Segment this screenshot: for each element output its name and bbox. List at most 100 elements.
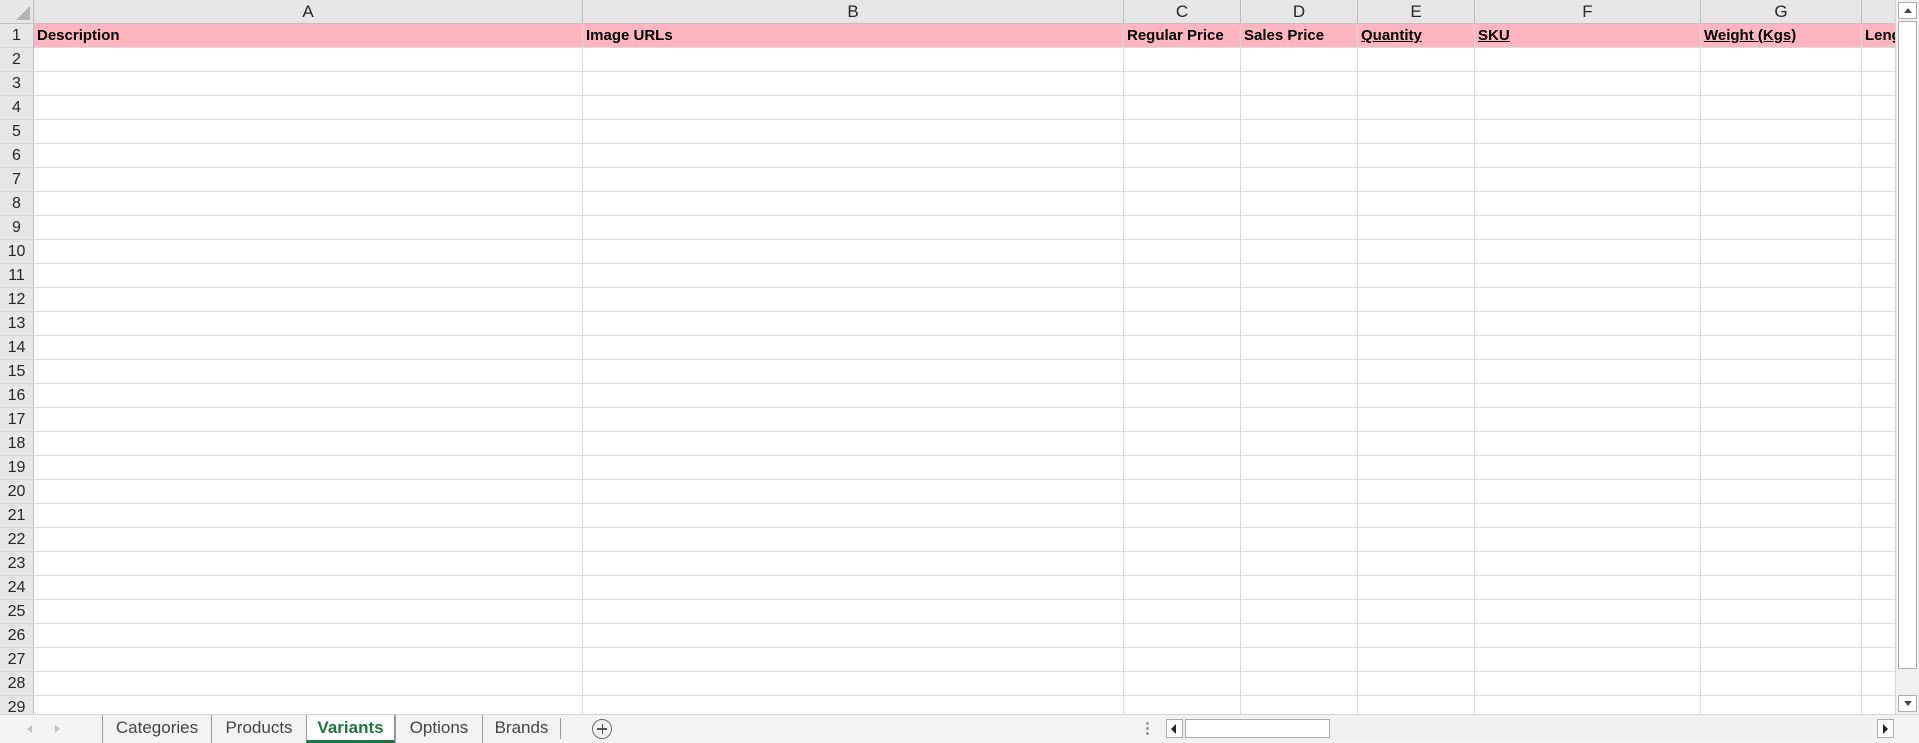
cell-g1[interactable]: Weight (Kgs) — [1701, 24, 1862, 47]
cell[interactable] — [1124, 576, 1241, 599]
cell[interactable] — [34, 192, 583, 215]
cell[interactable] — [1475, 600, 1701, 623]
cell[interactable] — [1358, 96, 1475, 119]
plus-circle-icon[interactable] — [592, 719, 612, 739]
cell[interactable] — [1862, 312, 1895, 335]
row-header[interactable]: 4 — [0, 96, 33, 120]
row-header[interactable]: 25 — [0, 600, 33, 624]
cell[interactable] — [1701, 552, 1862, 575]
cell[interactable] — [1862, 480, 1895, 503]
cell[interactable] — [1124, 504, 1241, 527]
column-header-a[interactable]: A — [34, 0, 583, 23]
cell[interactable] — [1862, 288, 1895, 311]
cell[interactable] — [34, 48, 583, 71]
cell[interactable] — [1124, 312, 1241, 335]
cell[interactable] — [1124, 240, 1241, 263]
cell[interactable] — [1475, 504, 1701, 527]
cell[interactable] — [1241, 696, 1358, 714]
cell[interactable] — [1701, 72, 1862, 95]
cell[interactable] — [1241, 360, 1358, 383]
row-header[interactable]: 6 — [0, 144, 33, 168]
cell[interactable] — [34, 432, 583, 455]
row-header[interactable]: 24 — [0, 576, 33, 600]
cell[interactable] — [1358, 432, 1475, 455]
cell[interactable] — [34, 480, 583, 503]
cell[interactable] — [1475, 648, 1701, 671]
cell-d1[interactable]: Sales Price — [1241, 24, 1358, 47]
column-header-h[interactable] — [1862, 0, 1895, 23]
cell[interactable] — [583, 480, 1124, 503]
scroll-right-button[interactable] — [1877, 719, 1894, 738]
cell[interactable] — [1124, 600, 1241, 623]
cell[interactable] — [583, 648, 1124, 671]
cell[interactable] — [1862, 264, 1895, 287]
cell[interactable] — [1475, 624, 1701, 647]
cell[interactable] — [34, 672, 583, 695]
cell[interactable] — [1358, 624, 1475, 647]
cell[interactable] — [1701, 576, 1862, 599]
cell[interactable] — [583, 384, 1124, 407]
cell[interactable] — [1701, 288, 1862, 311]
cell[interactable] — [1862, 72, 1895, 95]
cell[interactable] — [1475, 528, 1701, 551]
cell[interactable] — [1701, 696, 1862, 714]
cell[interactable] — [1701, 336, 1862, 359]
next-sheet-icon[interactable] — [55, 725, 60, 733]
cell[interactable] — [583, 96, 1124, 119]
cell[interactable] — [1475, 576, 1701, 599]
row-header[interactable]: 5 — [0, 120, 33, 144]
cell[interactable] — [1358, 456, 1475, 479]
cell[interactable] — [1862, 672, 1895, 695]
cell[interactable] — [583, 432, 1124, 455]
cell[interactable] — [1701, 192, 1862, 215]
cell[interactable] — [34, 336, 583, 359]
row-header[interactable]: 10 — [0, 240, 33, 264]
cell[interactable] — [1241, 600, 1358, 623]
cell[interactable] — [1862, 432, 1895, 455]
cell[interactable] — [1862, 168, 1895, 191]
cell[interactable] — [1124, 408, 1241, 431]
row-header[interactable]: 23 — [0, 552, 33, 576]
cell[interactable] — [583, 408, 1124, 431]
tab-variants[interactable]: Variants — [306, 715, 395, 743]
cell[interactable] — [1358, 552, 1475, 575]
cell[interactable] — [1475, 192, 1701, 215]
cell[interactable] — [1862, 240, 1895, 263]
cell[interactable] — [1862, 384, 1895, 407]
cell[interactable] — [34, 96, 583, 119]
cell[interactable] — [1862, 408, 1895, 431]
cell[interactable] — [1475, 120, 1701, 143]
row-header[interactable]: 17 — [0, 408, 33, 432]
cell[interactable] — [1475, 216, 1701, 239]
row-header[interactable]: 18 — [0, 432, 33, 456]
cell[interactable] — [34, 552, 583, 575]
cell[interactable] — [1124, 384, 1241, 407]
cell[interactable] — [1862, 216, 1895, 239]
row-header[interactable]: 16 — [0, 384, 33, 408]
cell[interactable] — [34, 144, 583, 167]
cell[interactable] — [583, 336, 1124, 359]
row-header[interactable]: 29 — [0, 696, 33, 714]
cell[interactable] — [1475, 552, 1701, 575]
row-header[interactable]: 11 — [0, 264, 33, 288]
cell[interactable] — [34, 504, 583, 527]
cell[interactable] — [1475, 72, 1701, 95]
cell[interactable] — [1358, 360, 1475, 383]
cell[interactable] — [1241, 384, 1358, 407]
cell[interactable] — [1862, 552, 1895, 575]
row-header[interactable]: 27 — [0, 648, 33, 672]
cell[interactable] — [34, 408, 583, 431]
cell[interactable] — [1358, 600, 1475, 623]
cell[interactable] — [1475, 312, 1701, 335]
cell[interactable] — [1358, 504, 1475, 527]
cell[interactable] — [1358, 696, 1475, 714]
cell[interactable] — [1701, 384, 1862, 407]
cell[interactable] — [1124, 672, 1241, 695]
cell[interactable] — [583, 456, 1124, 479]
column-header-b[interactable]: B — [583, 0, 1124, 23]
cell[interactable] — [1701, 672, 1862, 695]
cell[interactable] — [1124, 360, 1241, 383]
cell[interactable] — [1358, 312, 1475, 335]
cell[interactable] — [1124, 696, 1241, 714]
cell[interactable] — [1124, 216, 1241, 239]
